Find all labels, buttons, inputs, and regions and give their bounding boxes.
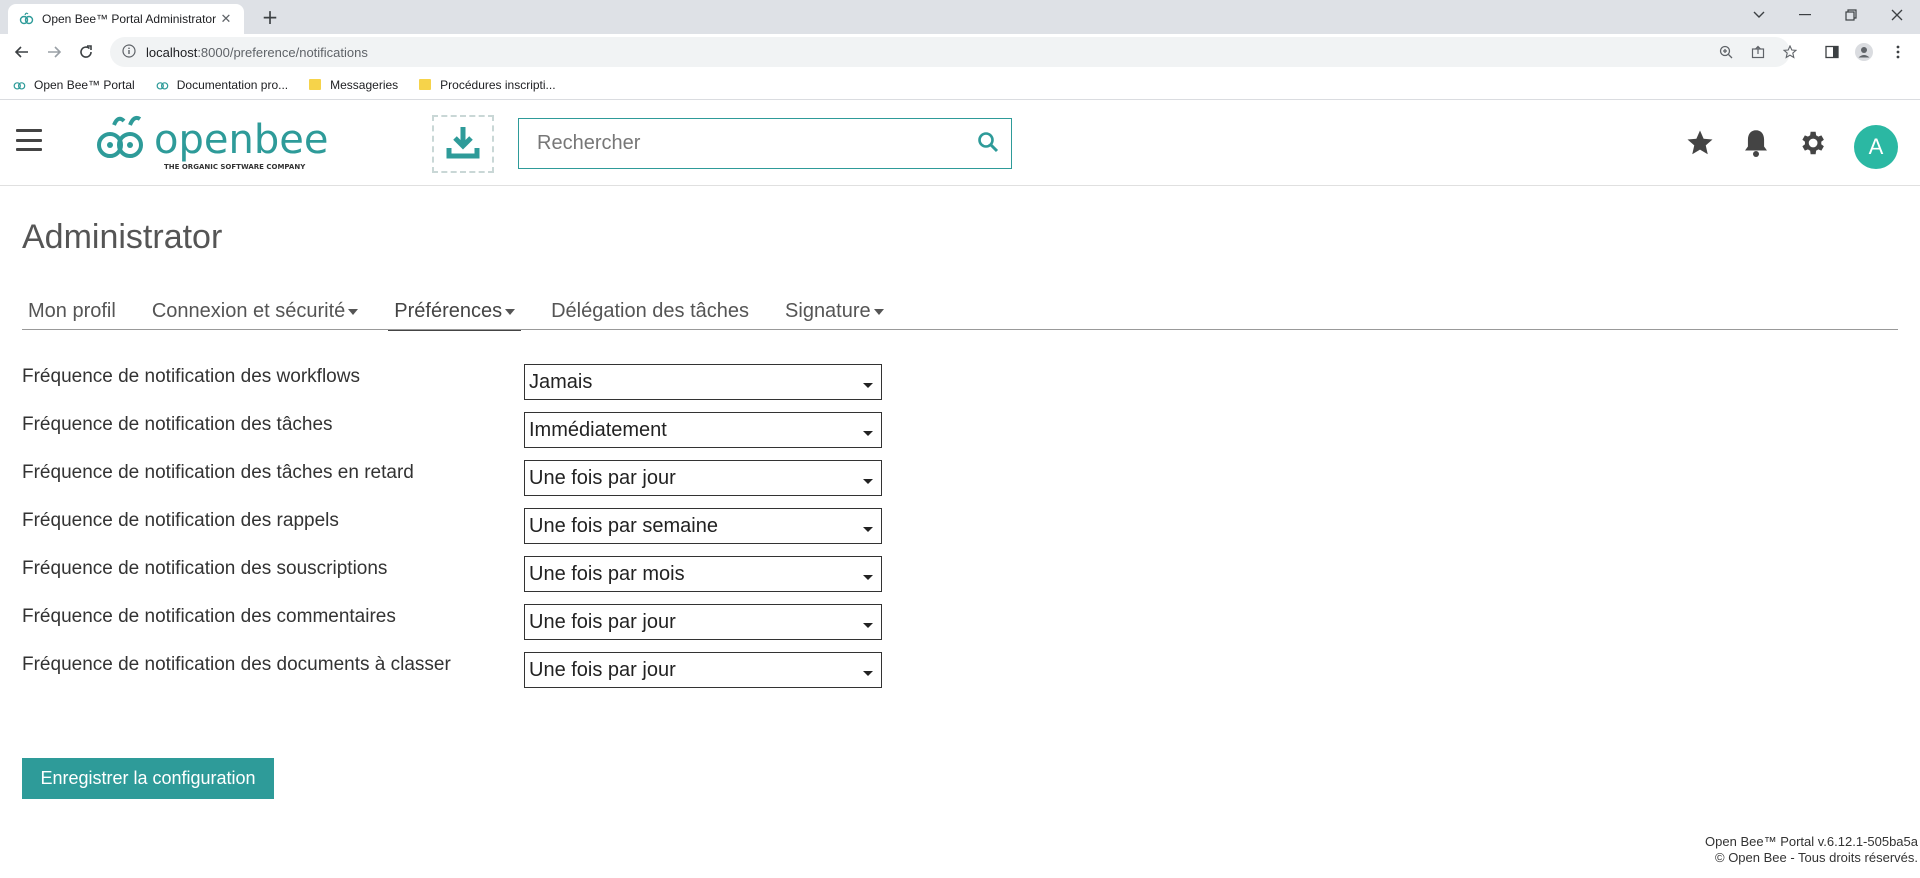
app-header: openbee THE ORGANIC SOFTWARE COMPANY A: [0, 101, 1920, 186]
reminders-frequency-select[interactable]: Une fois par semaine: [524, 508, 882, 544]
caret-down-icon: [873, 308, 884, 315]
documents-to-file-frequency-select[interactable]: Une fois par jour: [524, 652, 882, 688]
browser-tab[interactable]: Open Bee™ Portal Administrator ✕: [8, 4, 244, 34]
form-label: Fréquence de notification des workflows: [22, 366, 360, 387]
dropdown-arrow-icon: [863, 382, 873, 388]
subscriptions-frequency-select[interactable]: Une fois par mois: [524, 556, 882, 592]
tab-mon-profil[interactable]: Mon profil: [22, 296, 122, 330]
search-icon: [977, 131, 999, 157]
version-text: Open Bee™ Portal v.6.12.1-505ba5a: [1705, 834, 1918, 849]
form-label: Fréquence de notification des commentair…: [22, 606, 396, 627]
page-title: Administrator: [22, 218, 223, 256]
settings-gear-icon[interactable]: [1796, 127, 1828, 159]
browser-tab-bar: Open Bee™ Portal Administrator ✕ +: [0, 0, 1920, 34]
bookmark-star-icon[interactable]: [1780, 42, 1800, 62]
bookmark-open-bee-portal[interactable]: Open Bee™ Portal: [12, 78, 135, 92]
profile-tabs: Mon profil Connexion et sécurité Préfére…: [22, 296, 1898, 331]
tab-preferences[interactable]: Préférences: [388, 296, 521, 331]
tab-delegation-taches[interactable]: Délégation des tâches: [545, 296, 755, 330]
minimize-icon[interactable]: [1782, 0, 1828, 30]
bookmarks-bar: Open Bee™ Portal Documentation pro... Me…: [0, 70, 1920, 100]
back-arrow-icon[interactable]: [10, 40, 34, 64]
form-row: Fréquence de notification des commentair…: [22, 604, 882, 644]
workflows-frequency-select[interactable]: Jamais: [524, 364, 882, 400]
bee-icon: [12, 78, 26, 92]
new-tab-button[interactable]: +: [258, 6, 282, 30]
info-icon[interactable]: [122, 43, 136, 62]
search-button[interactable]: [965, 119, 1011, 168]
folder-icon: [418, 78, 432, 92]
notifications-bell-icon[interactable]: [1740, 127, 1772, 159]
caret-down-icon: [348, 308, 359, 315]
profile-icon[interactable]: [1852, 40, 1876, 64]
dropdown-arrow-icon: [863, 526, 873, 532]
dropdown-arrow-icon: [863, 670, 873, 676]
search-input[interactable]: [519, 119, 965, 168]
bookmark-procedures[interactable]: Procédures inscripti...: [418, 78, 556, 92]
form-row: Fréquence de notification des documents …: [22, 652, 882, 692]
bee-icon: [155, 78, 169, 92]
late-tasks-frequency-select[interactable]: Une fois par jour: [524, 460, 882, 496]
form-label: Fréquence de notification des documents …: [22, 654, 451, 675]
close-window-icon[interactable]: [1874, 0, 1920, 30]
more-menu-icon[interactable]: [1886, 40, 1910, 64]
side-panel-icon[interactable]: [1820, 40, 1844, 64]
dropdown-arrow-icon: [863, 478, 873, 484]
comments-frequency-select[interactable]: Une fois par jour: [524, 604, 882, 640]
user-avatar[interactable]: A: [1854, 125, 1898, 169]
svg-text:THE ORGANIC SOFTWARE COMPANY: THE ORGANIC SOFTWARE COMPANY: [164, 163, 306, 171]
svg-text:openbee: openbee: [154, 117, 328, 163]
url-text: localhost:8000/preference/notifications: [146, 44, 368, 60]
tab-search-icon[interactable]: [1736, 0, 1782, 30]
favorites-star-icon[interactable]: [1684, 127, 1716, 159]
dropdown-arrow-icon: [863, 430, 873, 436]
form-row: Fréquence de notification des souscripti…: [22, 556, 882, 596]
form-row: Fréquence de notification des workflows …: [22, 364, 882, 404]
download-icon: [445, 124, 481, 164]
close-tab-icon[interactable]: ✕: [218, 12, 234, 27]
folder-icon: [308, 78, 322, 92]
save-configuration-button[interactable]: Enregistrer la configuration: [22, 758, 274, 799]
zoom-icon[interactable]: [1716, 42, 1736, 62]
bee-icon: [18, 11, 34, 27]
form-row: Fréquence de notification des rappels Un…: [22, 508, 882, 548]
form-label: Fréquence de notification des tâches en …: [22, 462, 414, 483]
bookmark-documentation[interactable]: Documentation pro...: [155, 78, 288, 92]
footer: Open Bee™ Portal v.6.12.1-505ba5a © Open…: [1705, 834, 1918, 866]
openbee-logo[interactable]: openbee THE ORGANIC SOFTWARE COMPANY: [94, 111, 334, 175]
upload-button[interactable]: [432, 115, 494, 173]
forward-arrow-icon[interactable]: [42, 40, 66, 64]
bookmark-messageries[interactable]: Messageries: [308, 78, 398, 92]
tab-connexion-securite[interactable]: Connexion et sécurité: [146, 296, 364, 330]
form-label: Fréquence de notification des tâches: [22, 414, 333, 435]
tab-title: Open Bee™ Portal Administrator: [42, 12, 217, 26]
tasks-frequency-select[interactable]: Immédiatement: [524, 412, 882, 448]
copyright-text: © Open Bee - Tous droits réservés.: [1715, 850, 1918, 865]
tab-signature[interactable]: Signature: [779, 296, 890, 330]
form-label: Fréquence de notification des rappels: [22, 510, 339, 531]
address-bar[interactable]: localhost:8000/preference/notifications: [110, 37, 1797, 67]
reload-icon[interactable]: [74, 40, 98, 64]
search-box: [518, 118, 1012, 169]
form-row: Fréquence de notification des tâches en …: [22, 460, 882, 500]
browser-toolbar: localhost:8000/preference/notifications: [0, 34, 1920, 70]
dropdown-arrow-icon: [863, 622, 873, 628]
share-icon[interactable]: [1748, 42, 1768, 62]
hamburger-menu-icon[interactable]: [16, 129, 42, 151]
restore-icon[interactable]: [1828, 0, 1874, 30]
dropdown-arrow-icon: [863, 574, 873, 580]
caret-down-icon: [505, 308, 516, 315]
form-label: Fréquence de notification des souscripti…: [22, 558, 388, 579]
form-row: Fréquence de notification des tâches Imm…: [22, 412, 882, 452]
